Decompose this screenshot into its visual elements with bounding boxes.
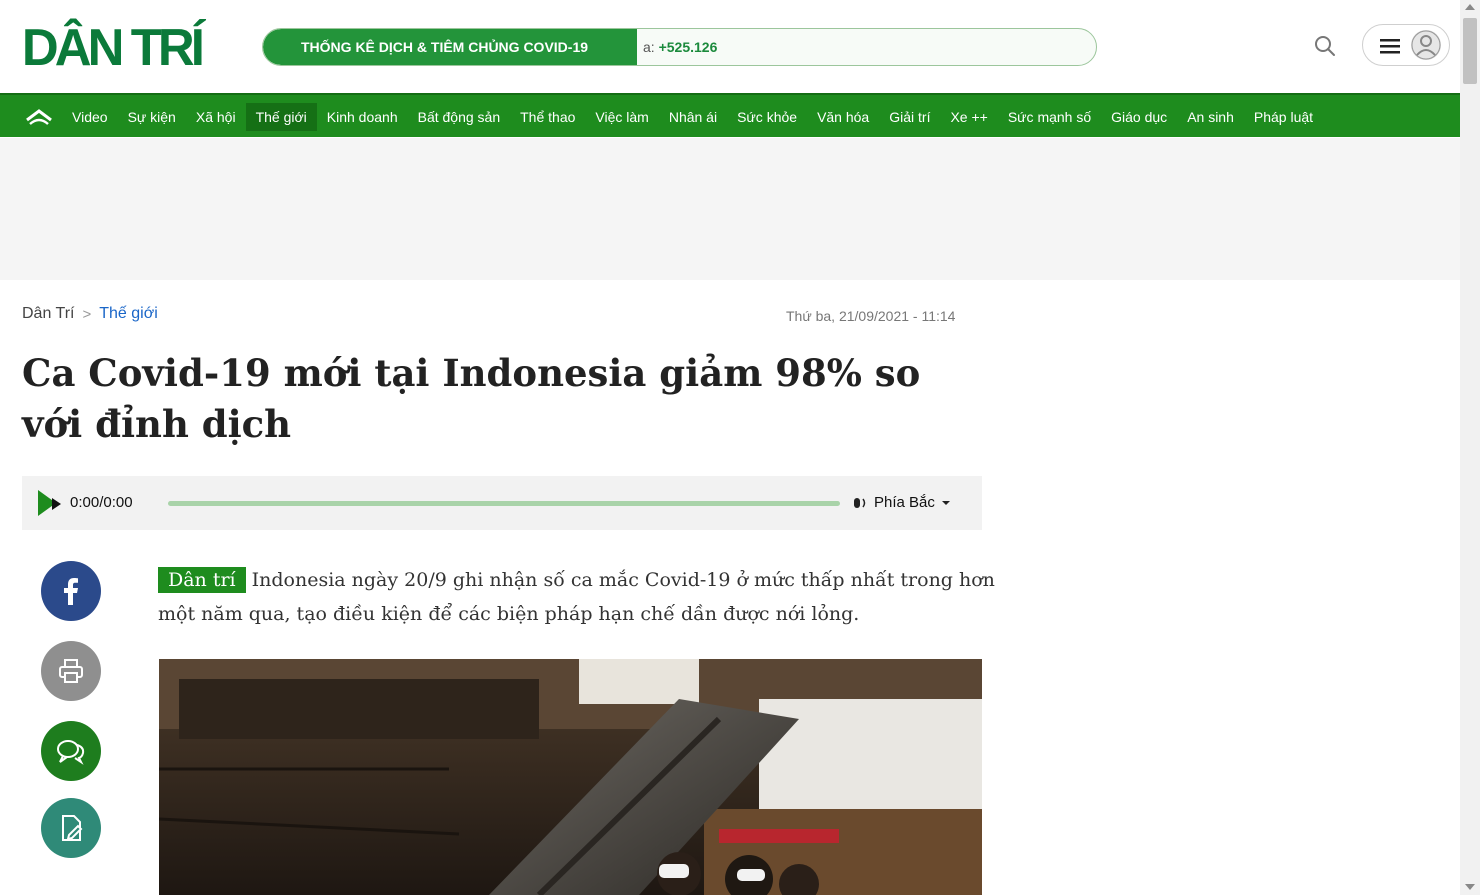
chevron-down-icon [941,500,950,505]
audio-time: 0:00/0:00 [70,494,133,511]
nav-item-bat-dong-san[interactable]: Bất động sản [408,103,511,131]
covid-stats-label: THỐNG KÊ DỊCH & TIÊM CHỦNG COVID-19 [301,39,589,55]
nav-items: Video Sự kiện Xã hội Thế giới Kinh doanh… [22,103,1460,131]
nav-item-kinh-doanh[interactable]: Kinh doanh [317,103,408,131]
comment-icon [57,740,85,765]
nav-item-xa-hoi[interactable]: Xã hội [186,103,246,131]
print-icon [59,659,83,683]
article-date: Thứ ba, 21/09/2021 - 11:14 [786,308,956,324]
ad-banner-area [0,138,1460,280]
nav-item-nhan-ai[interactable]: Nhân ái [659,103,727,131]
audio-player: 0:00/0:00 Phía Bắc [22,476,982,530]
print-button[interactable] [41,641,101,701]
edit-button[interactable] [41,798,101,858]
sapo-text: Indonesia ngày 20/9 ghi nhận số ca mắc C… [158,569,995,625]
voice-select[interactable]: Phía Bắc [852,494,951,511]
page-scrollbar[interactable] [1460,0,1480,895]
nav-item-suc-khoe[interactable]: Sức khỏe [727,103,807,131]
edit-icon [62,815,83,841]
nav-item-video[interactable]: Video [62,103,118,131]
search-icon[interactable] [1313,34,1337,58]
site-header: DÂN TRÍ THỐNG KÊ DỊCH & TIÊM CHỦNG COVID… [0,0,1460,92]
article-title: Ca Covid-19 mới tại Indonesia giảm 98% s… [22,351,921,446]
scrollbar-thumb[interactable] [1463,18,1477,84]
audio-progress-track[interactable] [168,501,840,506]
article-sapo: Dân trí Indonesia ngày 20/9 ghi nhận số c… [158,563,1003,631]
nav-item-the-thao[interactable]: Thể thao [510,103,585,131]
covid-count-value: +525.126 [658,39,718,55]
dantri-logo[interactable]: DÂN TRÍ [22,22,205,74]
voice-select-label: Phía Bắc [874,494,935,511]
comment-button[interactable] [41,721,101,781]
play-small-icon [52,498,61,510]
user-avatar-icon [1411,30,1441,60]
scroll-down-arrow-icon[interactable] [1465,884,1475,890]
speaker-icon [854,497,866,508]
covid-stats-count: a: +525.126 [643,39,717,55]
article-photo[interactable] [159,659,982,895]
nav-item-xe[interactable]: Xe ++ [940,103,997,131]
breadcrumb: Dân Trí > Thế giới [22,305,158,323]
nav-item-giai-tri[interactable]: Giải trí [879,103,940,131]
main-navigation: Video Sự kiện Xã hội Thế giới Kinh doanh… [0,93,1460,137]
sapo-source-tag: Dân trí [158,567,246,593]
covid-stats-bar[interactable]: THỐNG KÊ DỊCH & TIÊM CHỦNG COVID-19 a: +… [262,28,1097,66]
nav-item-van-hoa[interactable]: Văn hóa [807,103,879,131]
nav-item-giao-duc[interactable]: Giáo dục [1101,103,1177,131]
nav-item-suc-manh-so[interactable]: Sức mạnh số [998,103,1101,131]
nav-item-an-sinh[interactable]: An sinh [1177,103,1244,131]
scroll-up-arrow-icon[interactable] [1465,4,1475,10]
covid-count-prefix: a: [643,39,659,55]
hamburger-menu-icon [1379,38,1401,54]
nav-item-su-kien[interactable]: Sự kiện [118,103,186,131]
user-menu-button[interactable] [1362,24,1450,66]
facebook-share-button[interactable] [41,561,101,621]
home-icon[interactable] [22,103,56,131]
breadcrumb-separator: > [82,305,92,323]
nav-item-the-gioi[interactable]: Thế giới [245,103,317,131]
nav-item-viec-lam[interactable]: Việc làm [585,103,658,131]
breadcrumb-category-link[interactable]: Thế giới [99,305,158,323]
breadcrumb-home-link[interactable]: Dân Trí [22,305,74,323]
nav-item-phap-luat[interactable]: Pháp luật [1244,103,1323,131]
facebook-icon [64,578,78,605]
